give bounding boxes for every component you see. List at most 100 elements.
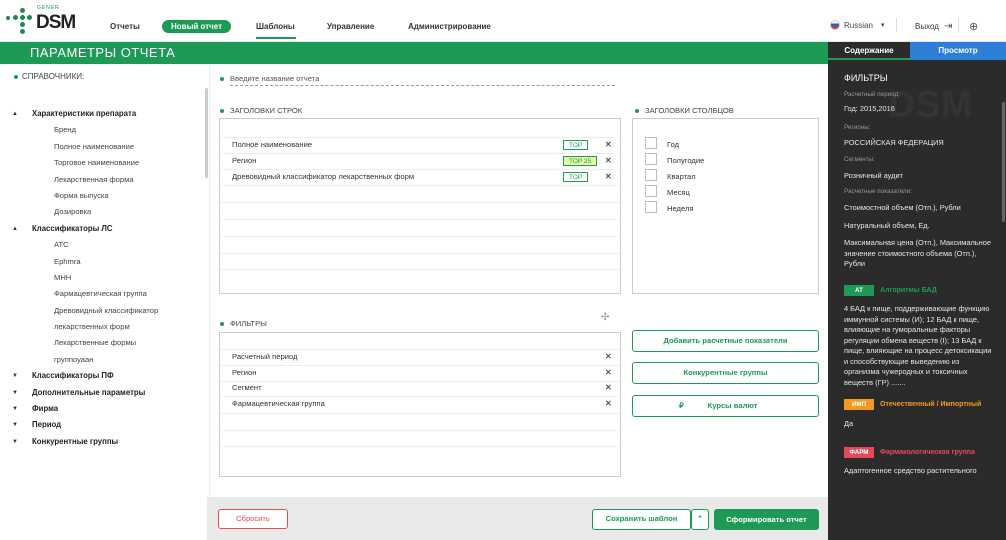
section-text: 4 БАД к пище, поддерживающие функцию имм… — [844, 304, 992, 387]
tree-item[interactable]: лекарственных форм — [14, 319, 204, 335]
competitor-groups-button[interactable]: Конкурентные группы — [632, 362, 819, 384]
top-tag[interactable]: TOP — [563, 140, 589, 150]
chevron-up-icon[interactable]: ▲ — [12, 221, 18, 237]
filter-item[interactable]: Расчетный период — [232, 352, 297, 361]
tree-group-label: Дополнительные параметры — [32, 387, 146, 397]
col-headers-panel: Год Полугодие Квартал Месяц Неделя — [632, 118, 819, 294]
logo-cross-icon — [6, 8, 36, 34]
remove-icon[interactable]: ✕ — [605, 352, 612, 361]
remove-icon[interactable]: ✕ — [605, 383, 612, 392]
chevron-down-icon[interactable]: ▼ — [12, 368, 18, 384]
add-indicators-button[interactable]: Добавить расчетные показатели — [632, 330, 819, 352]
tree-item[interactable]: МНН — [14, 270, 204, 286]
currency-icon: ₽ — [679, 401, 684, 410]
chevron-down-icon[interactable]: ▼ — [12, 434, 18, 450]
sidebar-scrollbar[interactable] — [205, 88, 208, 178]
row-header-item[interactable]: Древовидный классификатор лекарственных … — [232, 172, 414, 181]
logout-icon[interactable]: ⇥ — [944, 21, 952, 32]
checkbox-quarter[interactable] — [645, 169, 657, 181]
generate-report-button[interactable]: Сформировать отчет — [714, 509, 819, 530]
currency-rates-button[interactable]: ₽ Курсы валют — [632, 395, 819, 417]
tree-item[interactable]: Форма выпуска — [14, 188, 204, 204]
tree-item[interactable]: Ephmra — [14, 254, 204, 270]
tree-group[interactable]: ▼ Классификаторы ПФ — [12, 368, 204, 384]
checkbox-week[interactable] — [645, 201, 657, 213]
dsm-logo[interactable]: GENER DSM — [6, 4, 80, 38]
checkbox-year[interactable] — [645, 137, 657, 149]
filters-panel: Расчетный период ✕ Регион ✕ Сегмент ✕ Фа… — [219, 332, 621, 477]
tree-item[interactable]: группоуаан — [14, 352, 204, 368]
remove-icon[interactable]: ✕ — [605, 399, 612, 408]
tree-item[interactable]: Дозировка — [14, 204, 204, 220]
checkbox-label: Год — [667, 140, 680, 149]
language-selector[interactable]: Russian ▾ — [830, 20, 884, 30]
top-tag[interactable]: TOP — [563, 172, 589, 182]
tree-group[interactable]: ▼ Фирма — [12, 401, 204, 417]
period-label: Расчетный период: — [844, 91, 901, 98]
russia-flag-icon — [830, 20, 840, 30]
row-header-item[interactable]: Регион — [232, 156, 256, 165]
tree-item[interactable]: Бренд — [14, 122, 204, 138]
move-icon[interactable]: ✣ — [601, 312, 609, 323]
tab-content[interactable]: Содержание — [828, 42, 910, 60]
filter-item[interactable]: Сегмент — [232, 383, 262, 392]
tab-preview[interactable]: Просмотр — [910, 42, 1006, 60]
tree-group[interactable]: ▲ Классификаторы ЛС — [12, 221, 204, 237]
top-tag[interactable]: TOP 25 — [563, 156, 598, 166]
currency-rates-label: Курсы валют — [707, 401, 758, 410]
dictionary-tree: ▲ Характеристики препарата Бренд Полное наи… — [12, 106, 204, 450]
tree-group[interactable]: ▲ Характеристики препарата — [12, 106, 204, 122]
remove-icon[interactable]: ✕ — [605, 156, 612, 165]
tree-item[interactable]: Фармацевтическая группа — [14, 286, 204, 302]
report-name-input[interactable]: Введите название отчета — [230, 74, 615, 86]
tree-item[interactable]: Лекарственная форма — [14, 172, 204, 188]
checkbox-month[interactable] — [645, 185, 657, 197]
filter-item[interactable]: Регион — [232, 368, 256, 377]
reset-button[interactable]: Сбросить — [218, 509, 288, 529]
row-headers-panel: Полное наименование TOP ✕ Регион TOP 25 … — [219, 118, 621, 294]
tree-group[interactable]: ▼ Период — [12, 417, 204, 433]
chevron-down-icon[interactable]: ▼ — [12, 385, 18, 401]
tree-item[interactable]: Полное наименование — [14, 139, 204, 155]
tree-item[interactable]: Торговое наименование — [14, 155, 204, 171]
tree-item[interactable]: Древовидный классификатор — [14, 303, 204, 319]
section-title: Алгоритмы БАД — [880, 287, 937, 294]
period-value: Год: 2015,2016 — [844, 104, 895, 113]
tree-item[interactable]: АТС — [14, 237, 204, 253]
filters-title: ФИЛЬТРЫ — [220, 319, 267, 328]
remove-icon[interactable]: ✕ — [605, 140, 612, 149]
save-template-dropdown[interactable]: ⌃ — [691, 509, 709, 530]
chevron-down-icon[interactable]: ▼ — [12, 417, 18, 433]
tree-group[interactable]: ▼ Дополнительные параметры — [12, 385, 204, 401]
segment-value: Розничный аудит — [844, 171, 903, 180]
tree-item[interactable]: Лекарственные формы — [14, 335, 204, 351]
nav-new-report[interactable]: Новый отчет — [162, 20, 232, 33]
tree-group-label: Классификаторы ЛС — [32, 223, 113, 233]
row-header-item[interactable]: Полное наименование — [232, 140, 312, 149]
save-template-button[interactable]: Сохранить шаблон — [592, 509, 691, 530]
checkbox-halfyear[interactable] — [645, 153, 657, 165]
nav-templates[interactable]: Шаблоны — [256, 22, 295, 31]
divider — [896, 18, 897, 32]
filters-heading: ФИЛЬТРЫ — [844, 73, 888, 83]
nav-management[interactable]: Управление — [327, 22, 374, 31]
top-bar: GENER DSM Отчеты Новый отчет Шаблоны Упр… — [0, 0, 1006, 42]
nav-administration[interactable]: Администрирование — [408, 22, 491, 31]
nav-active-underline — [256, 37, 296, 39]
panel-scrollbar[interactable] — [1002, 102, 1005, 222]
remove-icon[interactable]: ✕ — [605, 368, 612, 377]
tree-group[interactable]: ▼ Конкурентные группы — [12, 434, 204, 450]
chevron-down-icon[interactable]: ▼ — [12, 401, 18, 417]
language-label: Russian — [844, 20, 873, 30]
logout-link[interactable]: Выход — [915, 22, 939, 31]
filter-item[interactable]: Фармацевтическая группа — [232, 399, 325, 408]
tree-group-label: Классификаторы ПФ — [32, 371, 114, 381]
help-icon[interactable]: ⊕ — [969, 20, 978, 33]
indicators-label: Расчетные показатели: — [844, 188, 912, 195]
col-headers-title: ЗАГОЛОВКИ СТОЛБЦОВ — [635, 106, 734, 115]
tree-group-label: Характеристики препарата — [32, 109, 137, 118]
nav-reports[interactable]: Отчеты — [110, 22, 140, 31]
checkbox-label: Квартал — [667, 172, 696, 181]
chevron-up-icon[interactable]: ▲ — [12, 106, 18, 122]
remove-icon[interactable]: ✕ — [605, 172, 612, 181]
